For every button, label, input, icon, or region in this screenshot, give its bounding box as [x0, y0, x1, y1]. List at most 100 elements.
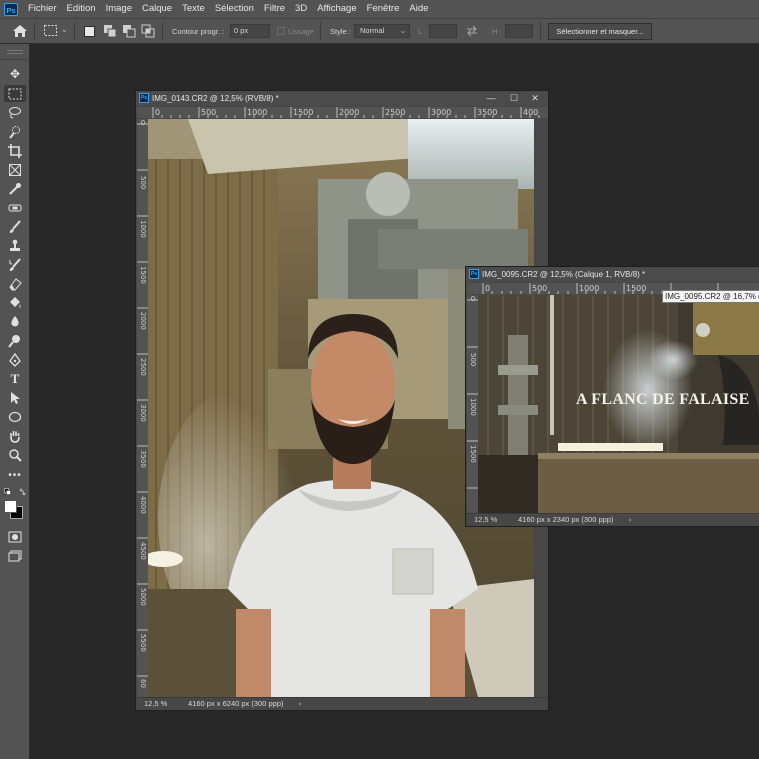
ruler-label: 2500	[139, 358, 147, 376]
ruler-label: 2500	[385, 108, 406, 117]
ruler-label: 4500	[139, 542, 147, 560]
ruler-label: 0	[140, 119, 146, 127]
new-selection-icon[interactable]	[84, 26, 95, 37]
quick-mask-icon[interactable]	[4, 528, 26, 545]
menu-edition[interactable]: Edition	[62, 0, 101, 18]
vertical-ruler[interactable]: 0 500 1000 1500 2000 2500 3000 3500 4000…	[137, 119, 148, 697]
subtract-selection-icon[interactable]	[122, 24, 136, 38]
default-colors-icon[interactable]	[4, 488, 28, 498]
ruler-label: 5500	[139, 634, 147, 652]
blur-tool-icon[interactable]	[4, 313, 26, 330]
separator	[34, 22, 35, 40]
close-button[interactable]: ✕	[524, 91, 546, 106]
options-bar: ⌄ Contour progr. : 0 px Lissage Style : …	[0, 18, 759, 44]
marquee-preset-icon[interactable]	[43, 24, 59, 38]
select-and-mask-button[interactable]: Sélectionner et masquer...	[548, 23, 652, 40]
document-dimensions: 4160 px x 2340 px (300 ppp)	[518, 515, 614, 524]
ruler-label: 400	[523, 108, 539, 117]
vertical-ruler[interactable]: 0 500 1000 1500	[467, 295, 478, 514]
contour-label: Contour progr. :	[172, 27, 225, 36]
spot-healing-brush-tool-icon[interactable]	[4, 199, 26, 216]
maximize-button[interactable]: ☐	[503, 91, 525, 106]
menu-calque[interactable]: Calque	[137, 0, 177, 18]
frame-tool-icon[interactable]	[4, 161, 26, 178]
contour-input[interactable]: 0 px	[230, 24, 270, 38]
document-tab[interactable]: Ps IMG_0095.CR2 @ 12,5% (Calque 1, RVB/8…	[466, 267, 759, 282]
menu-bar: Ps Fichier Edition Image Calque Texte Sé…	[0, 0, 759, 18]
eyedropper-tool-icon[interactable]	[4, 180, 26, 197]
ruler-label: 1500	[626, 284, 647, 293]
status-menu-arrow-icon[interactable]: ›	[299, 698, 302, 710]
style-select-value: Normal	[360, 26, 385, 35]
add-selection-icon[interactable]	[103, 24, 117, 38]
height-input[interactable]	[505, 24, 533, 38]
home-icon[interactable]	[12, 24, 28, 38]
ruler-label: 2000	[339, 108, 360, 117]
ruler-label: 3000	[139, 404, 147, 422]
document-title: IMG_0143.CR2 @ 12,5% (RVB/8) *	[152, 94, 279, 103]
rectangular-marquee-tool-icon[interactable]	[4, 85, 26, 102]
ruler-label: 0	[485, 284, 491, 293]
document-window-img-0095[interactable]: Ps IMG_0095.CR2 @ 12,5% (Calque 1, RVB/8…	[465, 266, 759, 527]
menu-filtre[interactable]: Filtre	[259, 0, 290, 18]
zoom-level[interactable]: 12,5 %	[144, 698, 167, 710]
document-canvas-falaise[interactable]: A FLANC DE FALAISE	[478, 295, 759, 514]
intersect-selection-icon[interactable]	[141, 24, 155, 38]
minimize-button[interactable]: —	[480, 91, 502, 106]
ruler-origin[interactable]	[137, 107, 148, 118]
dodge-tool-icon[interactable]	[4, 332, 26, 349]
path-selection-tool-icon[interactable]	[4, 389, 26, 406]
type-tool-icon[interactable]: T	[4, 370, 26, 387]
menu-selection[interactable]: Sélection	[210, 0, 259, 18]
menu-aide[interactable]: Aide	[404, 0, 433, 18]
move-tool-icon[interactable]: ✥	[4, 66, 26, 83]
width-input[interactable]	[429, 24, 457, 38]
screen-mode-icon[interactable]	[4, 547, 26, 564]
menu-image[interactable]: Image	[101, 0, 137, 18]
ruler-label: 3500	[139, 450, 147, 468]
hand-tool-icon[interactable]	[4, 427, 26, 444]
menu-affichage[interactable]: Affichage	[312, 0, 361, 18]
ruler-label: 1500	[293, 108, 314, 117]
style-select[interactable]: Normal ⌄	[354, 24, 410, 38]
pen-tool-icon[interactable]	[4, 351, 26, 368]
photoshop-file-icon: Ps	[469, 269, 479, 279]
menu-3d[interactable]: 3D	[290, 0, 312, 18]
ruler-label: 4000	[139, 496, 147, 514]
panel-grip[interactable]	[0, 44, 30, 60]
ruler-label: 60	[139, 678, 147, 688]
horizontal-ruler[interactable]: 0 500 1000 1500 2000 2500 3000 3500 400	[148, 107, 548, 118]
quick-selection-tool-icon[interactable]	[4, 123, 26, 140]
ellipse-tool-icon[interactable]	[4, 408, 26, 425]
ruler-label: 3500	[477, 108, 498, 117]
ruler-label: 500	[469, 353, 477, 367]
menu-fichier[interactable]: Fichier	[23, 0, 62, 18]
falaise-overlay-text: A FLANC DE FALAISE	[576, 391, 750, 408]
ruler-label: 1000	[579, 284, 600, 293]
ruler-label: 5000	[139, 588, 147, 606]
ruler-label: 500	[532, 284, 548, 293]
ruler-label: 1500	[139, 266, 147, 284]
photoshop-logo-icon[interactable]: Ps	[4, 2, 18, 16]
document-tab[interactable]: Ps IMG_0143.CR2 @ 12,5% (RVB/8) * — ☐ ✕	[136, 91, 548, 106]
zoom-level[interactable]: 12,5 %	[474, 514, 497, 526]
eraser-tool-icon[interactable]	[4, 275, 26, 292]
paint-bucket-tool-icon[interactable]	[4, 294, 26, 311]
crop-tool-icon[interactable]	[4, 142, 26, 159]
swap-dimensions-icon[interactable]	[465, 25, 479, 37]
ruler-origin[interactable]	[467, 283, 478, 294]
chevron-down-icon[interactable]: ⌄	[61, 25, 68, 34]
menu-texte[interactable]: Texte	[177, 0, 210, 18]
brush-tool-icon[interactable]	[4, 218, 26, 235]
separator	[162, 22, 163, 40]
foreground-color-swatch[interactable]	[4, 500, 17, 513]
lissage-checkbox[interactable]	[277, 27, 285, 35]
history-brush-tool-icon[interactable]	[4, 256, 26, 273]
lasso-tool-icon[interactable]	[4, 104, 26, 121]
zoom-tool-icon[interactable]	[4, 446, 26, 463]
clone-stamp-tool-icon[interactable]	[4, 237, 26, 254]
ruler-label: 3000	[431, 108, 452, 117]
status-menu-arrow-icon[interactable]: ›	[629, 514, 632, 526]
more-tools-icon[interactable]: •••	[4, 467, 26, 484]
menu-fenetre[interactable]: Fenêtre	[362, 0, 405, 18]
